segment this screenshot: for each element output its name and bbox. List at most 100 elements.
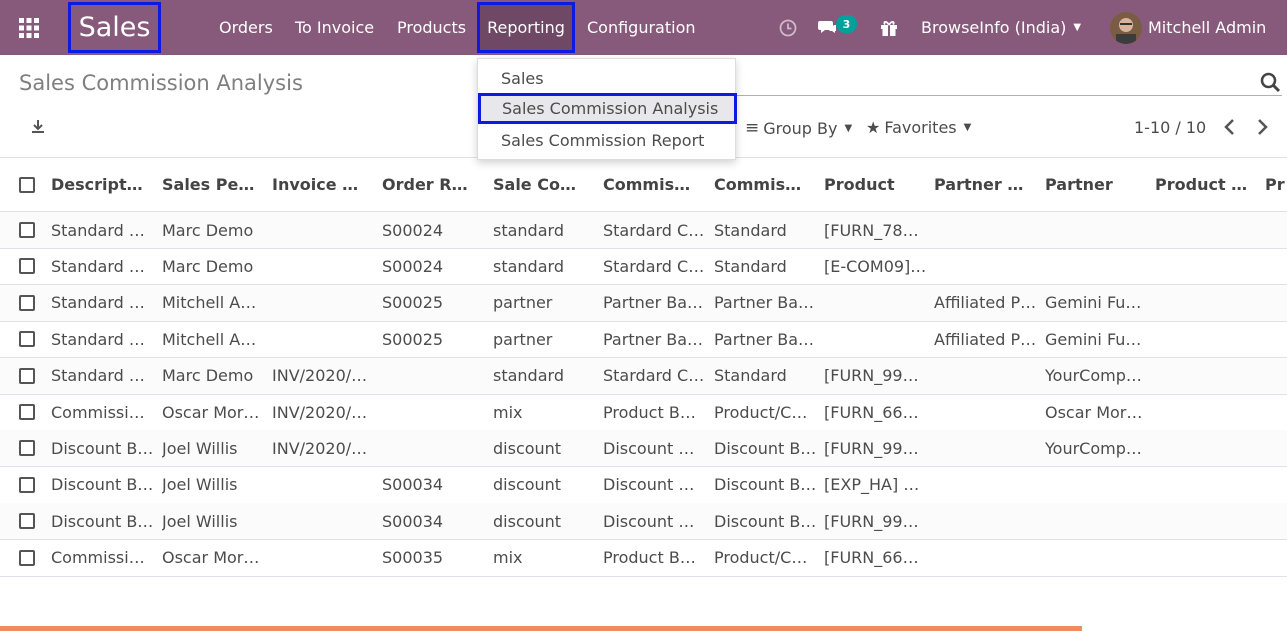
col-invoice[interactable]: Invoice … <box>272 158 377 211</box>
pager-previous-button[interactable] <box>1220 116 1240 138</box>
table-row[interactable]: Discount B… Joel Willis S00034 discount Disc… <box>0 503 1287 541</box>
table-row[interactable]: Standard … Mitchell A… S00025 partner Partne… <box>0 321 1287 359</box>
row-checkbox[interactable] <box>19 440 35 457</box>
col-description[interactable]: Descript… <box>51 158 156 211</box>
row-checkbox[interactable] <box>19 549 35 566</box>
search-input[interactable] <box>737 95 1282 96</box>
select-all-checkbox[interactable] <box>19 177 35 193</box>
gift-icon[interactable] <box>880 0 898 55</box>
table-row[interactable]: Standard … Marc Demo S00024 standard Stardar… <box>0 212 1287 249</box>
table-row[interactable]: Discount B… Joel Willis INV/2020/… discount… <box>0 430 1287 468</box>
cell-partner <box>1045 540 1147 576</box>
cell-order-ref: S00034 <box>382 511 444 531</box>
list-icon: ≡ <box>745 118 760 138</box>
messages-icon[interactable] <box>818 0 838 55</box>
menu-products[interactable]: Products <box>397 0 466 55</box>
favorites-label: Favorites <box>884 118 957 137</box>
cell-commission-2: Discount B… <box>714 475 816 495</box>
cell-sales-person: Joel Willis <box>162 438 238 458</box>
row-checkbox[interactable] <box>19 513 35 530</box>
table-header: Descript… Sales Pe… Invoice … Order R… S… <box>0 157 1287 212</box>
cell-partner-type <box>934 358 1036 394</box>
col-order-ref[interactable]: Order R… <box>382 158 487 211</box>
cell-commission-2: Standard <box>714 256 787 276</box>
cell-partner: Gemini Fu… <box>1045 329 1142 349</box>
favorites-button[interactable]: ★ Favorites ▼ <box>866 118 971 137</box>
app-brand[interactable]: Sales <box>68 2 161 53</box>
activity-clock-icon[interactable] <box>779 0 797 55</box>
cell-order-ref <box>382 358 484 394</box>
menu-item-sales-commission-analysis[interactable]: Sales Commission Analysis <box>478 93 737 124</box>
col-partner-type[interactable]: Partner … <box>934 158 1039 211</box>
company-switcher[interactable]: BrowseInfo (India) ▼ <box>921 0 1081 55</box>
row-checkbox[interactable] <box>19 404 35 420</box>
user-menu[interactable]: Mitchell Admin <box>1148 0 1266 55</box>
pager-value[interactable]: 1-10 / 10 <box>1134 118 1206 137</box>
col-commission-1[interactable]: Commis… <box>603 158 708 211</box>
download-icon[interactable] <box>29 118 47 136</box>
cell-product-2 <box>1155 540 1257 576</box>
cell-partner-type: Affiliated P… <box>934 293 1036 313</box>
apps-menu-icon[interactable] <box>18 0 42 55</box>
row-checkbox[interactable] <box>19 331 35 348</box>
cell-partner-type <box>934 212 1036 248</box>
menu-item-sales[interactable]: Sales <box>478 63 737 94</box>
cell-order-ref: S00034 <box>382 475 444 495</box>
col-product[interactable]: Product <box>824 158 929 211</box>
cell-commission-2: Standard <box>714 366 787 386</box>
cell-invoice <box>272 248 374 284</box>
pager-next-button[interactable] <box>1252 116 1272 138</box>
menu-orders[interactable]: Orders <box>219 0 273 55</box>
cell-sales-person: Oscar Mor… <box>162 402 260 422</box>
table-row[interactable]: Discount B… Joel Willis S00034 discount Disc… <box>0 467 1287 504</box>
cell-commission-2: Discount B… <box>714 438 816 458</box>
cell-commission-1: Partner Ba… <box>603 293 704 313</box>
menu-item-sales-commission-report[interactable]: Sales Commission Report <box>478 125 737 156</box>
caret-down-icon: ▼ <box>963 122 972 133</box>
cell-order-ref: S00025 <box>382 329 444 349</box>
col-sales-person[interactable]: Sales Pe… <box>162 158 267 211</box>
cell-sale-commission: discount <box>493 475 562 495</box>
cell-product: [FURN_99… <box>824 511 919 531</box>
menu-to-invoice[interactable]: To Invoice <box>295 0 374 55</box>
table-row[interactable]: Standard … Mitchell A… S00025 partner Partne… <box>0 284 1287 322</box>
menu-reporting[interactable]: Reporting <box>477 2 575 53</box>
col-product-2[interactable]: Product … <box>1155 158 1260 211</box>
col-sale-commission[interactable]: Sale Co… <box>493 158 598 211</box>
row-checkbox[interactable] <box>19 222 35 238</box>
group-by-button[interactable]: ≡ Group By ▼ <box>745 118 852 138</box>
row-checkbox[interactable] <box>19 294 35 311</box>
cell-description: Standard … <box>51 366 145 386</box>
cell-commission-2: Discount B… <box>714 511 816 531</box>
caret-down-icon: ▼ <box>844 122 853 134</box>
cell-product-2 <box>1155 358 1257 394</box>
col-partner[interactable]: Partner <box>1045 158 1150 211</box>
cell-partner-type <box>934 467 1036 503</box>
cell-commission-1: Stardard C… <box>603 256 705 276</box>
cell-commission-1: Product B… <box>603 548 696 568</box>
table-row[interactable]: Commissi… Oscar Mor… INV/2020/… mix Product … <box>0 394 1287 431</box>
table-row[interactable]: Standard … Marc Demo S00024 standard Stardar… <box>0 248 1287 286</box>
user-avatar[interactable] <box>1110 12 1142 44</box>
cell-partner-type <box>934 248 1036 284</box>
cell-invoice <box>272 467 374 503</box>
row-checkbox[interactable] <box>19 476 35 493</box>
caret-down-icon: ▼ <box>1073 22 1082 33</box>
col-pr[interactable]: Pr <box>1265 158 1287 211</box>
col-commission-2[interactable]: Commis… <box>714 158 819 211</box>
row-checkbox[interactable] <box>19 367 35 384</box>
table-row[interactable]: Standard … Marc Demo INV/2020/… standard Sta… <box>0 357 1287 395</box>
cell-commission-1: Discount … <box>603 438 695 458</box>
cell-sale-commission: discount <box>493 438 562 458</box>
row-checkbox[interactable] <box>19 258 35 275</box>
cell-commission-1: Discount … <box>603 511 695 531</box>
cell-sale-commission: mix <box>493 548 523 568</box>
table-row[interactable]: Commissi… Oscar Mor… S00035 mix Product B… Pr… <box>0 540 1287 577</box>
cell-sales-person: Joel Willis <box>162 511 238 531</box>
cell-sale-commission: discount <box>493 511 562 531</box>
cell-order-ref <box>382 430 484 466</box>
menu-configuration[interactable]: Configuration <box>587 0 696 55</box>
search-icon[interactable] <box>1260 72 1281 93</box>
bottom-accent-bar <box>0 626 1082 631</box>
cell-product: [FURN_99… <box>824 438 919 458</box>
